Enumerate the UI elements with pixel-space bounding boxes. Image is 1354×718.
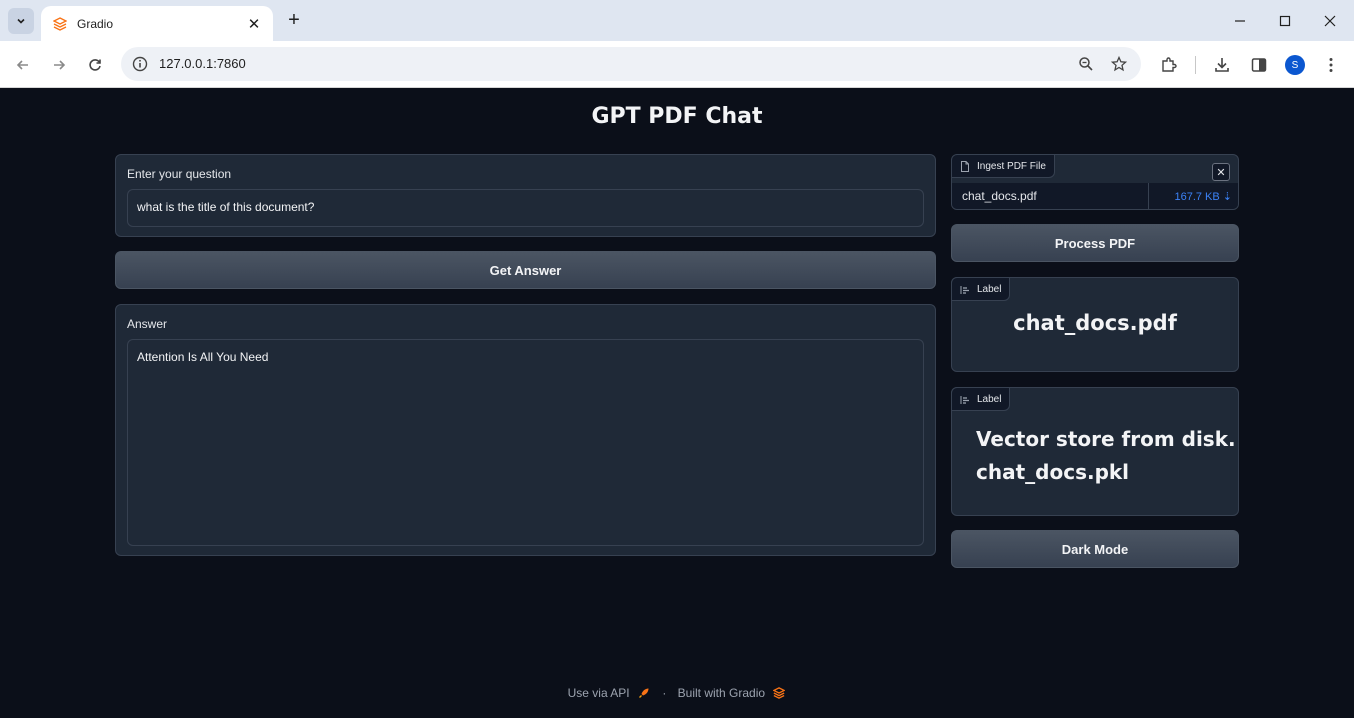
label-block-2: Label Vector store from disk. chat_docs.…: [951, 387, 1239, 516]
answer-output[interactable]: Attention Is All You Need: [127, 339, 924, 546]
dark-mode-button[interactable]: Dark Mode: [951, 530, 1239, 568]
footer: Use via API · Built with Gradio: [0, 685, 1354, 700]
built-with-gradio-link[interactable]: Built with Gradio: [678, 686, 765, 700]
file-icon: [960, 160, 970, 172]
question-text: what is the title of this document?: [137, 200, 315, 214]
label-chip-1: Label: [951, 277, 1011, 301]
close-window-icon[interactable]: [1315, 8, 1345, 34]
footer-separator: ·: [662, 685, 667, 700]
process-pdf-button[interactable]: Process PDF: [951, 224, 1239, 262]
download-icon[interactable]: [1210, 53, 1234, 77]
label-value-2-line-2: chat_docs.pkl: [976, 460, 1130, 484]
get-answer-button[interactable]: Get Answer: [115, 251, 936, 289]
file-upload-label: Ingest PDF File: [977, 160, 1046, 172]
gradio-logo-icon: [772, 686, 787, 699]
file-upload-block[interactable]: Ingest PDF File ✕ chat_docs.pdf 167.7 KB…: [951, 154, 1239, 210]
question-input[interactable]: what is the title of this document?: [127, 189, 924, 227]
gradio-page: GPT PDF Chat Enter your question what is…: [0, 88, 1354, 718]
label-icon: [960, 394, 970, 405]
zoom-icon[interactable]: [1076, 54, 1096, 74]
label-block-1: Label chat_docs.pdf: [951, 277, 1239, 372]
answer-block: Answer Attention Is All You Need: [115, 304, 936, 556]
address-bar[interactable]: 127.0.0.1:7860: [121, 47, 1141, 81]
bookmark-star-icon[interactable]: [1109, 54, 1129, 74]
file-upload-label-chip: Ingest PDF File: [952, 155, 1055, 178]
extensions-icon[interactable]: [1157, 53, 1181, 77]
chevron-down-icon: [17, 18, 25, 24]
label-value-1: chat_docs.pdf: [1013, 311, 1177, 335]
label-icon: [960, 284, 970, 295]
rocket-icon: [637, 687, 651, 699]
answer-text: Attention Is All You Need: [137, 350, 269, 364]
browser-tab[interactable]: Gradio ✕: [41, 6, 273, 41]
url-text: 127.0.0.1:7860: [159, 56, 246, 71]
answer-label: Answer: [127, 317, 168, 331]
question-label: Enter your question: [127, 167, 232, 181]
forward-icon[interactable]: [47, 53, 71, 77]
label-value-2: Vector store from disk. chat_docs.pkl: [976, 423, 1236, 489]
profile-avatar[interactable]: S: [1285, 55, 1305, 75]
reload-icon[interactable]: [83, 53, 107, 77]
new-tab-button[interactable]: +: [283, 9, 305, 31]
question-block: Enter your question what is the title of…: [115, 154, 936, 237]
page-title: GPT PDF Chat: [591, 104, 763, 129]
uploaded-file-row: chat_docs.pdf 167.7 KB ⇣: [952, 183, 1238, 209]
clear-file-icon[interactable]: ✕: [1212, 163, 1230, 181]
back-icon[interactable]: [11, 53, 35, 77]
menu-kebab-icon[interactable]: [1319, 53, 1343, 77]
minimize-icon[interactable]: [1225, 8, 1255, 34]
tab-title: Gradio: [77, 16, 114, 31]
close-tab-icon[interactable]: ✕: [245, 15, 263, 33]
side-panel-icon[interactable]: [1247, 53, 1271, 77]
site-info-icon[interactable]: [131, 55, 149, 73]
uploaded-file-name: chat_docs.pdf: [962, 189, 1037, 203]
browser-toolbar: 127.0.0.1:7860 S: [0, 41, 1354, 88]
gradio-logo-icon: [53, 16, 67, 31]
use-via-api-link[interactable]: Use via API: [568, 686, 630, 700]
toolbar-separator: [1195, 56, 1196, 74]
label-chip-text-1: Label: [977, 283, 1002, 295]
label-chip-text-2: Label: [977, 393, 1002, 405]
label-value-2-line-1: Vector store from disk.: [976, 427, 1236, 451]
browser-tab-bar: Gradio ✕ +: [0, 0, 1354, 41]
file-download-link[interactable]: 167.7 KB ⇣: [1148, 183, 1238, 209]
maximize-icon[interactable]: [1270, 8, 1300, 34]
tab-search-button[interactable]: [8, 8, 34, 34]
label-chip-2: Label: [951, 387, 1011, 411]
